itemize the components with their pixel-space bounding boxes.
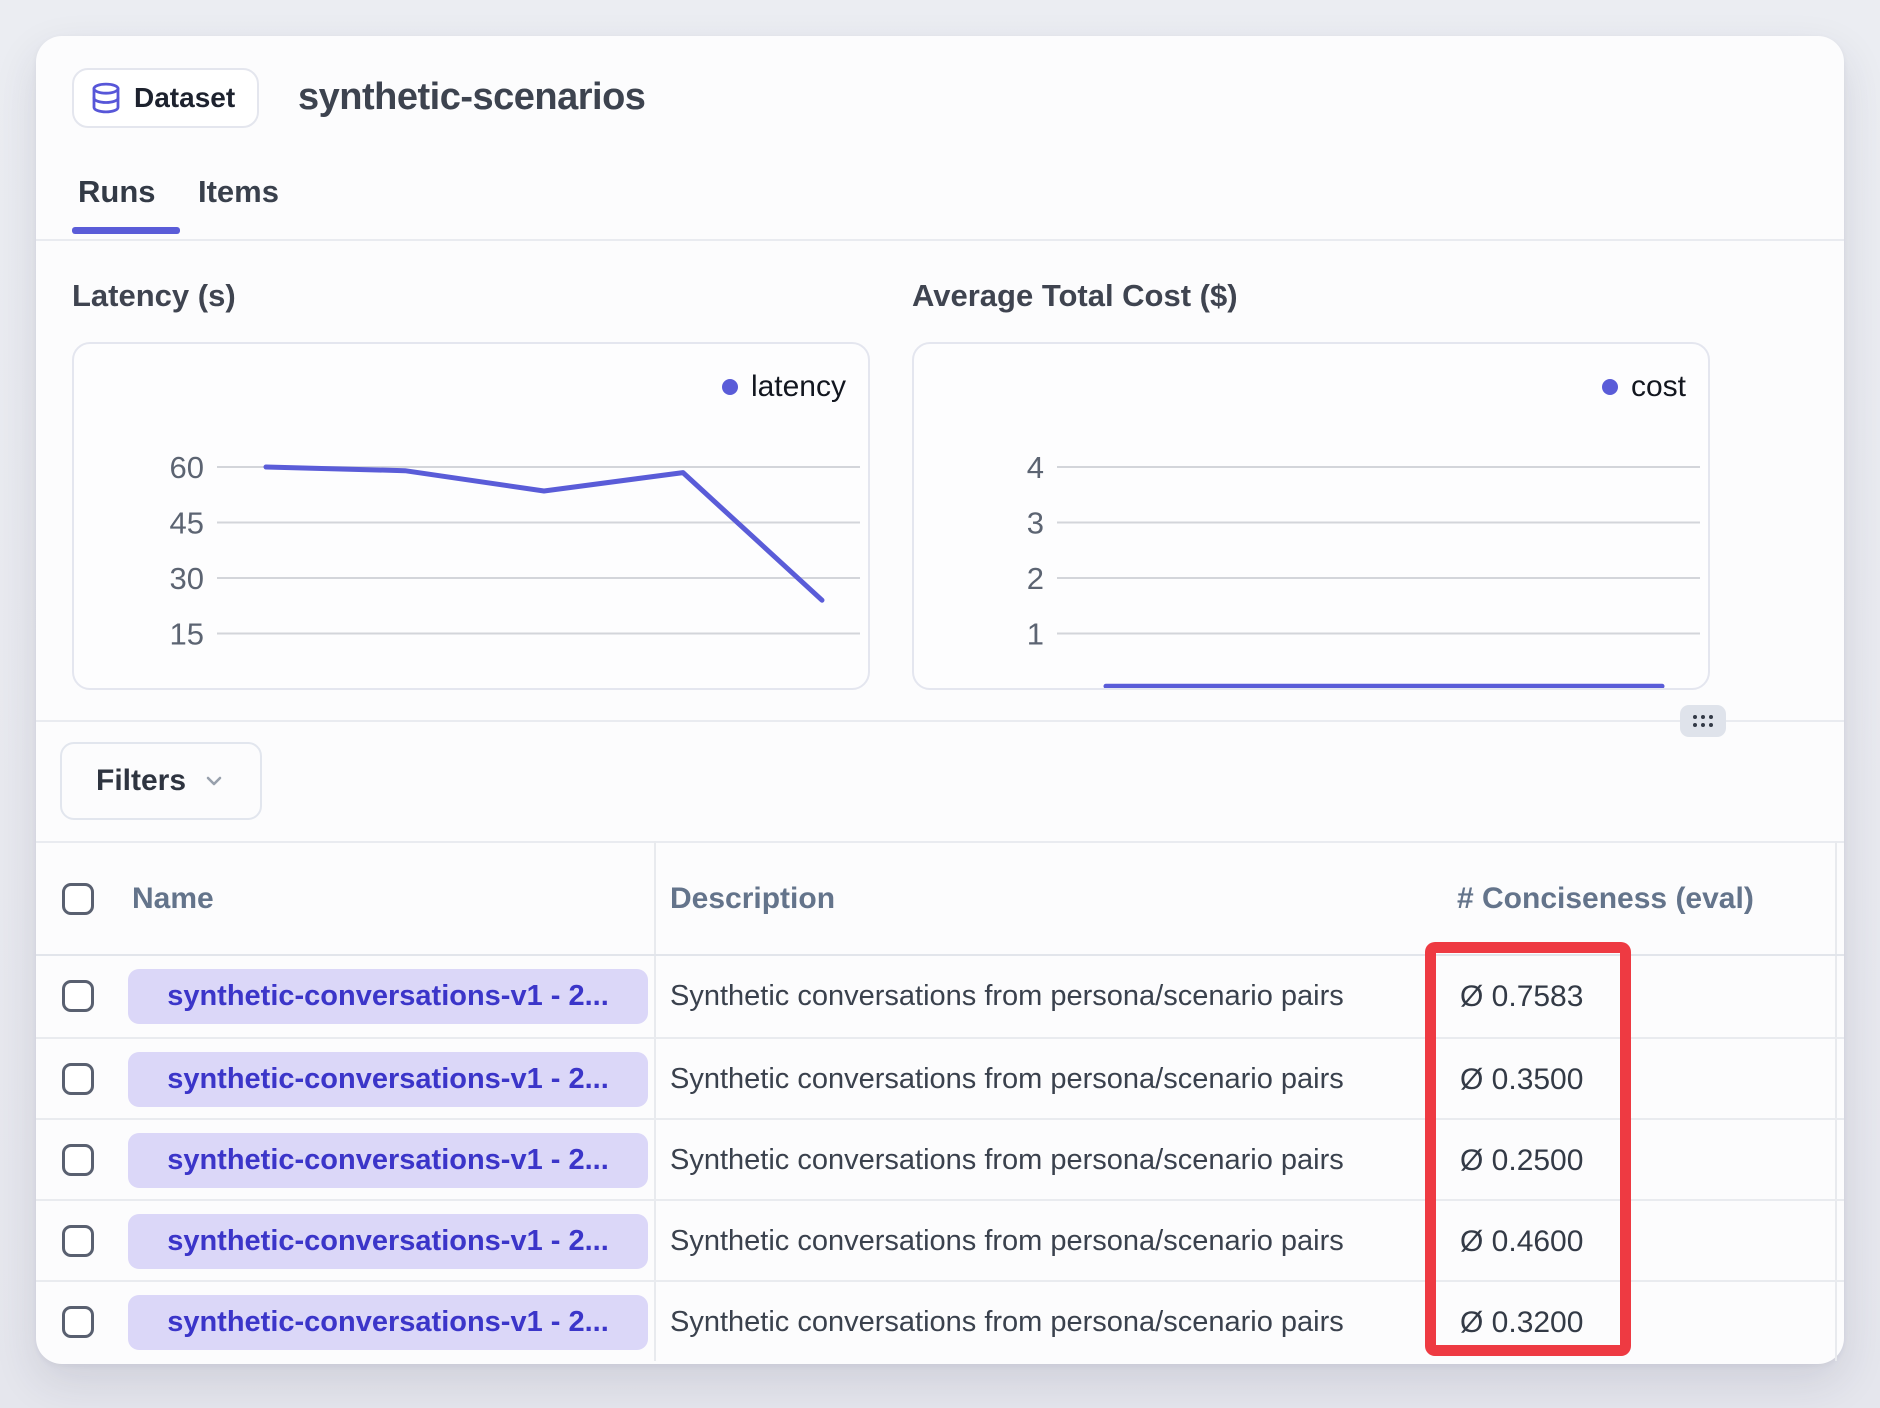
table-body: synthetic-conversations-v1 - 2... Synthe… <box>36 956 1844 1361</box>
svg-text:60: 60 <box>170 450 204 485</box>
cost-chart: 1 2 3 4 cost <box>912 342 1710 690</box>
conciseness-value: Ø 0.7583 <box>1460 956 1583 1037</box>
table-row: synthetic-conversations-v1 - 2... Synthe… <box>36 1037 1844 1118</box>
run-name-link[interactable]: synthetic-conversations-v1 - 2... <box>128 1295 648 1350</box>
table-row: synthetic-conversations-v1 - 2... Synthe… <box>36 1199 1844 1280</box>
run-name-link[interactable]: synthetic-conversations-v1 - 2... <box>128 969 648 1024</box>
cost-legend-label: cost <box>1631 370 1686 404</box>
column-header-name[interactable]: Name <box>132 841 214 956</box>
latency-chart: 15 30 45 60 latency <box>72 342 870 690</box>
cost-legend: cost <box>1602 370 1686 404</box>
latency-legend-label: latency <box>751 370 846 404</box>
chevron-down-icon <box>202 769 226 793</box>
run-name-link[interactable]: synthetic-conversations-v1 - 2... <box>128 1214 648 1269</box>
column-header-description[interactable]: Description <box>670 841 835 956</box>
tab-runs[interactable]: Runs <box>78 174 156 210</box>
table-row: synthetic-conversations-v1 - 2... Synthe… <box>36 956 1844 1037</box>
svg-text:45: 45 <box>170 506 204 541</box>
svg-text:2: 2 <box>1027 561 1044 596</box>
table-row: synthetic-conversations-v1 - 2... Synthe… <box>36 1280 1844 1361</box>
run-name-link[interactable]: synthetic-conversations-v1 - 2... <box>128 1052 648 1107</box>
run-description: Synthetic conversations from persona/sce… <box>670 1039 1344 1120</box>
run-name-link[interactable]: synthetic-conversations-v1 - 2... <box>128 1133 648 1188</box>
drag-handle[interactable] <box>1680 705 1726 737</box>
svg-text:1: 1 <box>1027 617 1044 652</box>
runs-table: Name Description # Conciseness (eval) sy… <box>36 841 1844 1361</box>
filters-button[interactable]: Filters <box>60 742 262 820</box>
tab-items[interactable]: Items <box>198 174 279 210</box>
run-description: Synthetic conversations from persona/sce… <box>670 956 1344 1037</box>
table-header-row: Name Description # Conciseness (eval) <box>36 841 1844 956</box>
filters-button-label: Filters <box>96 764 186 798</box>
svg-text:4: 4 <box>1027 450 1044 485</box>
cost-legend-dot <box>1602 379 1618 395</box>
row-checkbox[interactable] <box>62 1306 94 1338</box>
conciseness-value: Ø 0.3500 <box>1460 1039 1583 1120</box>
row-checkbox[interactable] <box>62 1063 94 1095</box>
table-row: synthetic-conversations-v1 - 2... Synthe… <box>36 1118 1844 1199</box>
conciseness-value: Ø 0.2500 <box>1460 1120 1583 1201</box>
charts-divider <box>36 720 1844 722</box>
row-checkbox[interactable] <box>62 1225 94 1257</box>
svg-text:30: 30 <box>170 561 204 596</box>
dataset-card: Dataset synthetic-scenarios Runs Items L… <box>36 36 1844 1364</box>
database-icon <box>90 82 122 114</box>
svg-text:3: 3 <box>1027 506 1044 541</box>
select-all-checkbox[interactable] <box>62 883 94 915</box>
cost-chart-title: Average Total Cost ($) <box>912 278 1238 314</box>
dataset-badge: Dataset <box>72 68 259 128</box>
page-title: synthetic-scenarios <box>298 76 645 119</box>
cost-chart-plot: 1 2 3 4 <box>914 344 1710 690</box>
row-checkbox[interactable] <box>62 980 94 1012</box>
column-header-conciseness[interactable]: # Conciseness (eval) <box>1457 841 1754 956</box>
latency-legend-dot <box>722 379 738 395</box>
latency-legend: latency <box>722 370 846 404</box>
run-description: Synthetic conversations from persona/sce… <box>670 1282 1344 1363</box>
row-checkbox[interactable] <box>62 1144 94 1176</box>
run-description: Synthetic conversations from persona/sce… <box>670 1120 1344 1201</box>
drag-handle-dots-icon <box>1693 715 1713 727</box>
svg-text:15: 15 <box>170 617 204 652</box>
conciseness-value: Ø 0.4600 <box>1460 1201 1583 1282</box>
latency-chart-title: Latency (s) <box>72 278 236 314</box>
active-tab-underline <box>72 227 180 234</box>
dataset-badge-label: Dataset <box>134 82 235 114</box>
run-description: Synthetic conversations from persona/sce… <box>670 1201 1344 1282</box>
conciseness-value: Ø 0.3200 <box>1460 1282 1583 1363</box>
tabs-divider <box>36 239 1844 241</box>
